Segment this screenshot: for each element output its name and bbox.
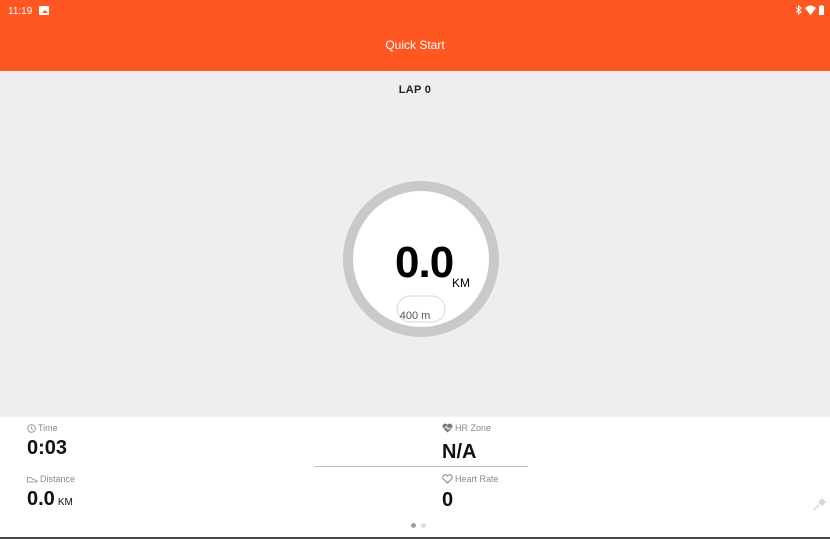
lap-label: LAP 0 (398, 84, 432, 96)
time-value: 0:03 (27, 437, 68, 459)
distance-stat-value: 0.0 (27, 488, 55, 510)
distance-value: 0.0 (395, 238, 454, 287)
distance-stat-unit: KM (57, 497, 73, 508)
page-indicator (411, 523, 426, 528)
heart-pulse-icon (442, 423, 453, 433)
time-label-text: Time (38, 423, 58, 433)
status-bar: 11:19 (0, 0, 830, 22)
stats-panel: Time 0:03 Distance 0.0 KM HR Zone N/A Hea… (0, 417, 830, 539)
heart-outline-icon (442, 474, 453, 484)
wifi-icon (805, 5, 816, 15)
distance-label: Distance (27, 474, 75, 484)
lap-length: 400 m (399, 310, 431, 322)
heart-rate-label-text: Heart Rate (455, 474, 499, 484)
hr-zone-value: N/A (442, 441, 477, 463)
clock-icon (27, 423, 36, 433)
page-dot-1[interactable] (411, 523, 416, 528)
app-title: Quick Start (385, 38, 445, 52)
app-bar: Quick Start (0, 22, 830, 71)
time-label: Time (27, 423, 58, 433)
status-time: 11:19 (8, 6, 33, 17)
image-icon (39, 6, 49, 15)
status-icons (795, 5, 824, 15)
heart-rate-label: Heart Rate (442, 474, 499, 484)
bluetooth-icon (795, 5, 802, 15)
pin-icon[interactable] (813, 497, 827, 511)
hr-zone-label: HR Zone (442, 423, 491, 433)
heart-rate-value: 0 (442, 489, 454, 511)
stats-divider (314, 466, 528, 467)
workout-display: LAP 0 0.0 KM 400 m (0, 71, 830, 417)
battery-icon (819, 5, 824, 15)
distance-unit: KM (452, 276, 470, 290)
distance-label-text: Distance (40, 474, 76, 484)
distance-stat: 0.0 KM (27, 488, 73, 511)
shoe-icon (27, 476, 38, 482)
hr-zone-label-text: HR Zone (455, 423, 492, 433)
page-dot-2[interactable] (421, 523, 426, 528)
